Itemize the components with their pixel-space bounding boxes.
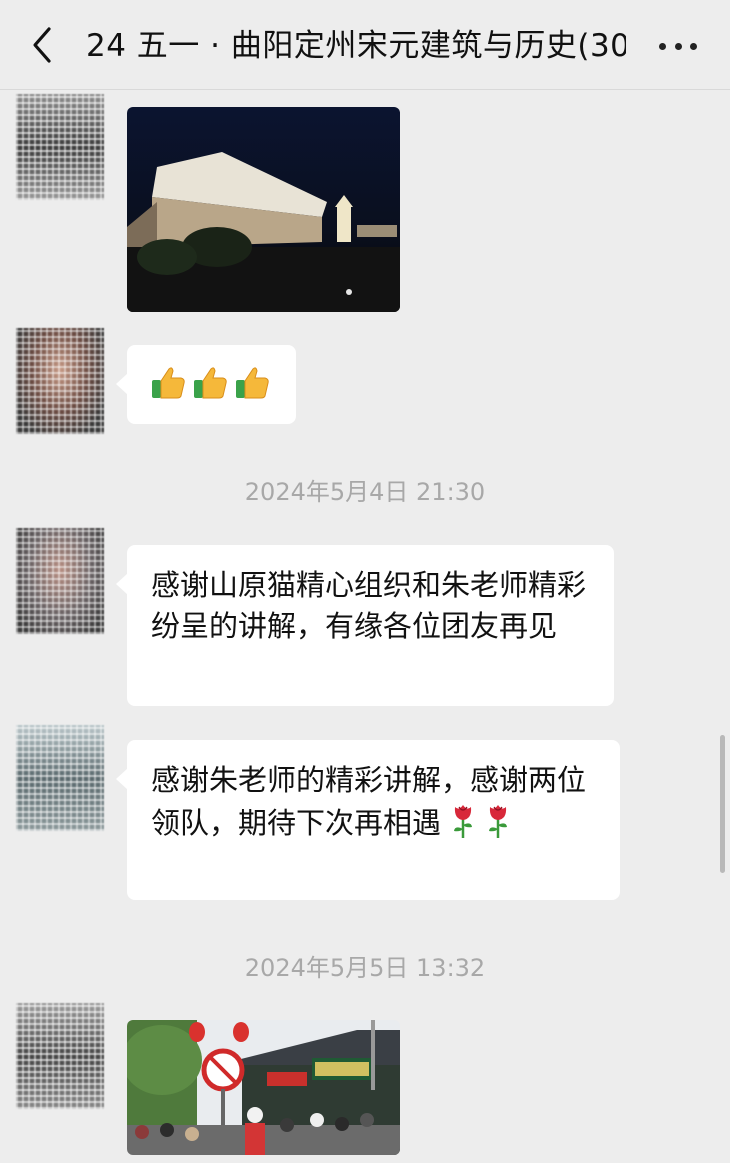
text-message[interactable]: 感谢山原猫精心组织和朱老师精彩纷呈的讲解，有缘各位团友再见: [116, 545, 614, 706]
chat-header: 24 五一 · 曲阳定州宋元建筑与历史(30): [0, 0, 730, 90]
chevron-left-icon: [33, 27, 51, 63]
scrollbar[interactable]: [720, 735, 725, 873]
more-dot: [659, 42, 666, 50]
rose-icon: [454, 805, 473, 838]
avatar[interactable]: [16, 328, 104, 434]
thumbs-up-icon: [152, 367, 185, 399]
chat-title[interactable]: 24 五一 · 曲阳定州宋元建筑与历史(30): [86, 24, 626, 68]
avatar[interactable]: [16, 1003, 104, 1109]
avatar[interactable]: [16, 94, 104, 200]
back-button[interactable]: [22, 22, 62, 68]
message-timestamp: 2024年5月5日 13:32: [244, 954, 486, 982]
thumbs-row: [149, 363, 274, 401]
more-button[interactable]: [652, 26, 704, 66]
more-dot: [674, 42, 682, 50]
more-dot: [690, 42, 697, 50]
message-text: 感谢朱老师的精彩讲解，感谢两位领队，期待下次再相遇: [151, 763, 587, 840]
thumbs-up-icon: [194, 367, 227, 399]
message-text: 感谢山原猫精心组织和朱老师精彩纷呈的讲解，有缘各位团友再见: [151, 568, 587, 643]
night-architecture-photo: [127, 107, 400, 312]
street-shop-photo: [127, 1020, 400, 1155]
rose-icon: [489, 805, 508, 838]
thumbs-up-icon: [236, 367, 269, 399]
message-timestamp: 2024年5月4日 21:30: [244, 478, 486, 506]
avatar[interactable]: [16, 725, 104, 831]
image-message[interactable]: [127, 1020, 400, 1155]
text-message[interactable]: 感谢朱老师的精彩讲解，感谢两位领队，期待下次再相遇: [116, 740, 620, 900]
image-message[interactable]: [127, 107, 400, 312]
avatar[interactable]: [16, 528, 104, 634]
emoji-message[interactable]: [116, 345, 296, 424]
